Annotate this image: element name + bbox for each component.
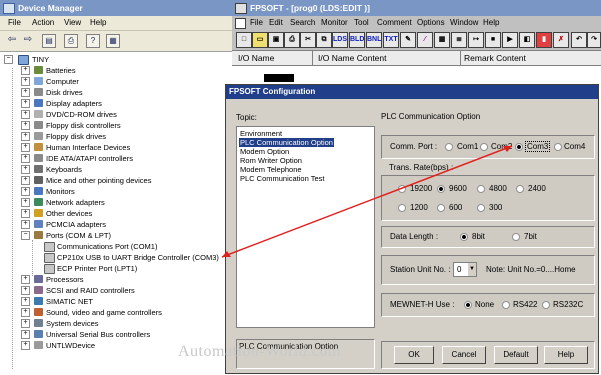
annotation-arrow [221, 145, 513, 258]
watermark: Automation-World.com [178, 343, 341, 360]
